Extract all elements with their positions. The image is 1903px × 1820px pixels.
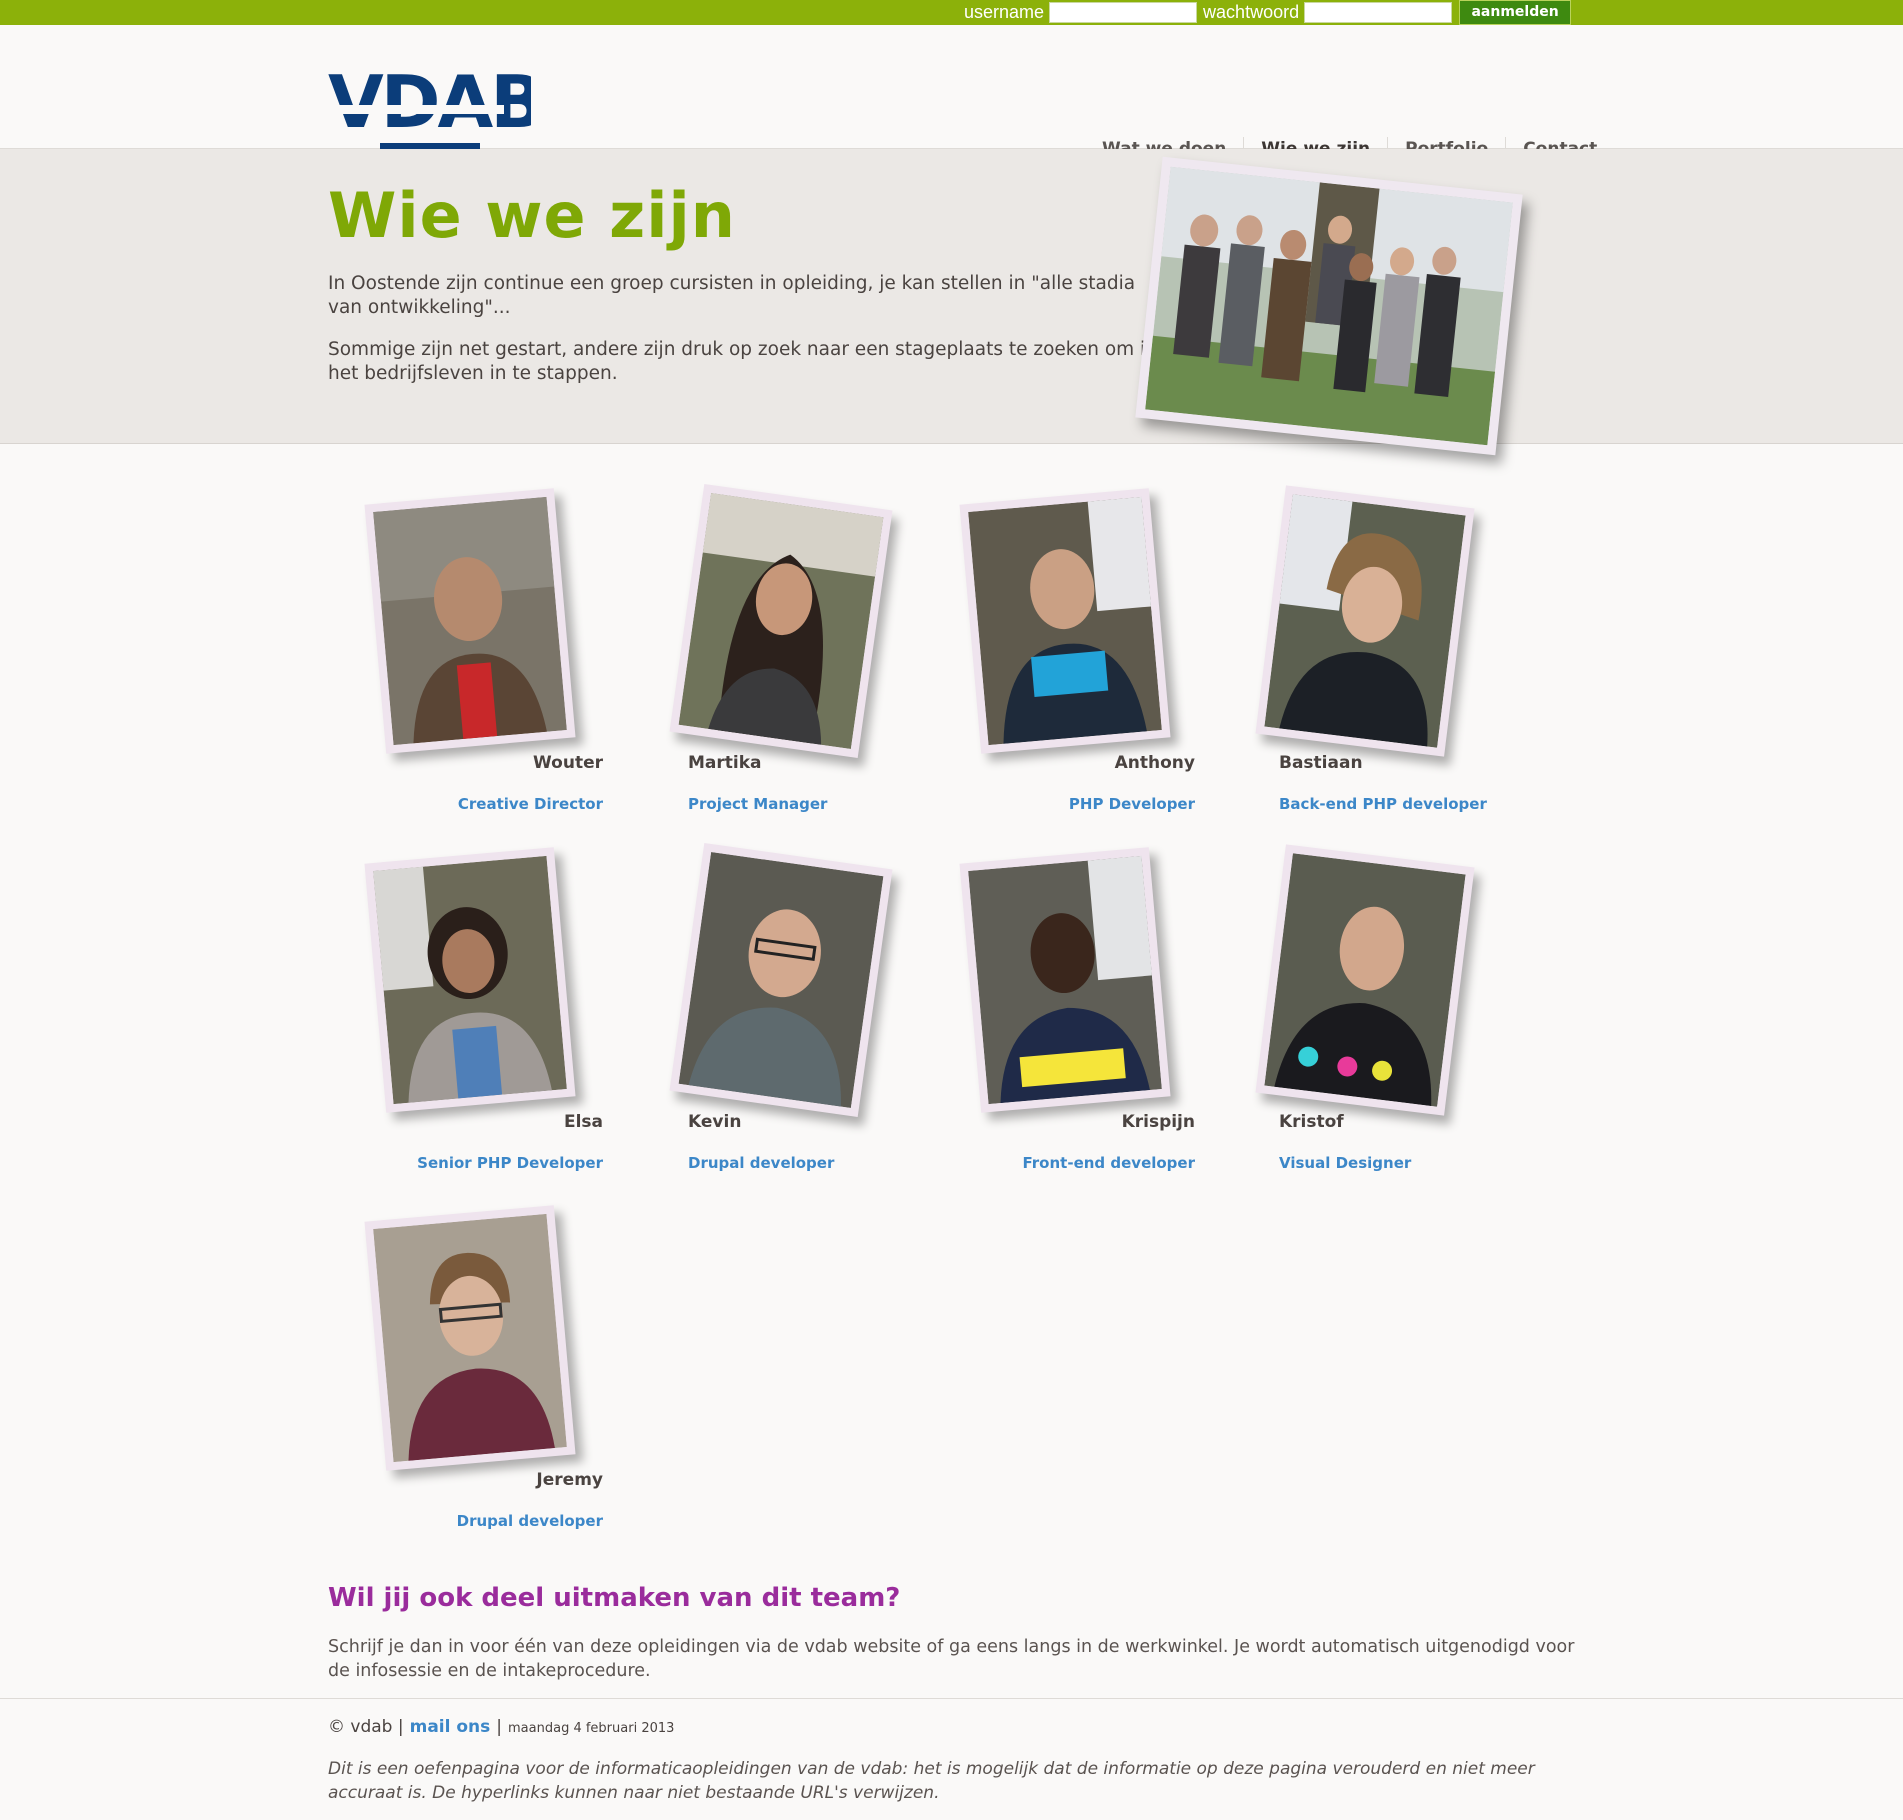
member-name-jeremy: Jeremy [536, 1470, 603, 1490]
login-form: username wachtwoord aanmelden [964, 0, 1572, 25]
member-photo-krispijn [959, 847, 1171, 1113]
member-role-anthony[interactable]: PHP Developer [945, 795, 1195, 813]
member-photo-wouter [364, 488, 576, 754]
member-name-martika: Martika [688, 753, 762, 773]
site-header: VDAB Wat we doen Wie we zijn Portfolio C… [0, 25, 1903, 161]
password-label: wachtwoord [1203, 2, 1300, 22]
member-role-jeremy[interactable]: Drupal developer [353, 1512, 603, 1530]
member-name-wouter: Wouter [533, 753, 603, 773]
member-role-kevin[interactable]: Drupal developer [688, 1154, 834, 1172]
intro-section: Wie we zijn In Oostende zijn continue ee… [0, 149, 1903, 444]
member-role-bastiaan[interactable]: Back-end PHP developer [1279, 795, 1487, 813]
member-photo-bastiaan [1255, 485, 1475, 757]
mail-link[interactable]: mail ons [410, 1717, 491, 1737]
login-bar: username wachtwoord aanmelden [0, 0, 1903, 25]
member-role-martika[interactable]: Project Manager [688, 795, 827, 813]
intro-paragraph-1: In Oostende zijn continue een groep curs… [328, 273, 1136, 318]
member-role-elsa[interactable]: Senior PHP Developer [353, 1154, 603, 1172]
page-title: Wie we zijn [328, 179, 736, 252]
member-role-wouter[interactable]: Creative Director [353, 795, 603, 813]
member-photo-jeremy [364, 1205, 576, 1471]
footer-separator: | [496, 1717, 503, 1737]
disclaimer: Dit is een oefenpagina voor de informati… [328, 1759, 1535, 1803]
member-name-krispijn: Krispijn [1121, 1112, 1195, 1132]
member-photo-martika [669, 483, 893, 759]
member-role-krispijn[interactable]: Front-end developer [945, 1154, 1196, 1172]
logo-text: VDAB [328, 60, 531, 144]
member-photo-elsa [364, 847, 576, 1113]
username-input[interactable] [1049, 2, 1198, 23]
member-role-kristof[interactable]: Visual Designer [1279, 1154, 1411, 1172]
login-button[interactable]: aanmelden [1459, 0, 1572, 25]
username-label: username [964, 2, 1045, 22]
member-name-anthony: Anthony [1114, 753, 1195, 773]
vdab-logo[interactable]: VDAB [328, 57, 531, 159]
member-name-elsa: Elsa [563, 1112, 603, 1132]
group-photo [1135, 156, 1523, 456]
password-input[interactable] [1304, 2, 1453, 23]
footer-info: © vdab | mail ons | maandag 4 februari 2… [328, 1717, 674, 1737]
footer-date: maandag 4 februari 2013 [508, 1721, 675, 1736]
copyright: © vdab | [328, 1717, 404, 1737]
join-text: Schrijf je dan in voor één van deze ople… [328, 1637, 1575, 1681]
join-title: Wil jij ook deel uitmaken van dit team? [328, 1583, 901, 1613]
site-footer: © vdab | mail ons | maandag 4 februari 2… [0, 1698, 1903, 1820]
intro-paragraph-2: Sommige zijn net gestart, andere zijn dr… [328, 339, 1157, 384]
member-name-bastiaan: Bastiaan [1279, 753, 1363, 773]
member-photo-kristof [1255, 844, 1475, 1116]
member-photo-kevin [669, 842, 893, 1118]
member-name-kristof: Kristof [1279, 1112, 1344, 1132]
member-photo-anthony [959, 488, 1171, 754]
member-name-kevin: Kevin [688, 1112, 742, 1132]
